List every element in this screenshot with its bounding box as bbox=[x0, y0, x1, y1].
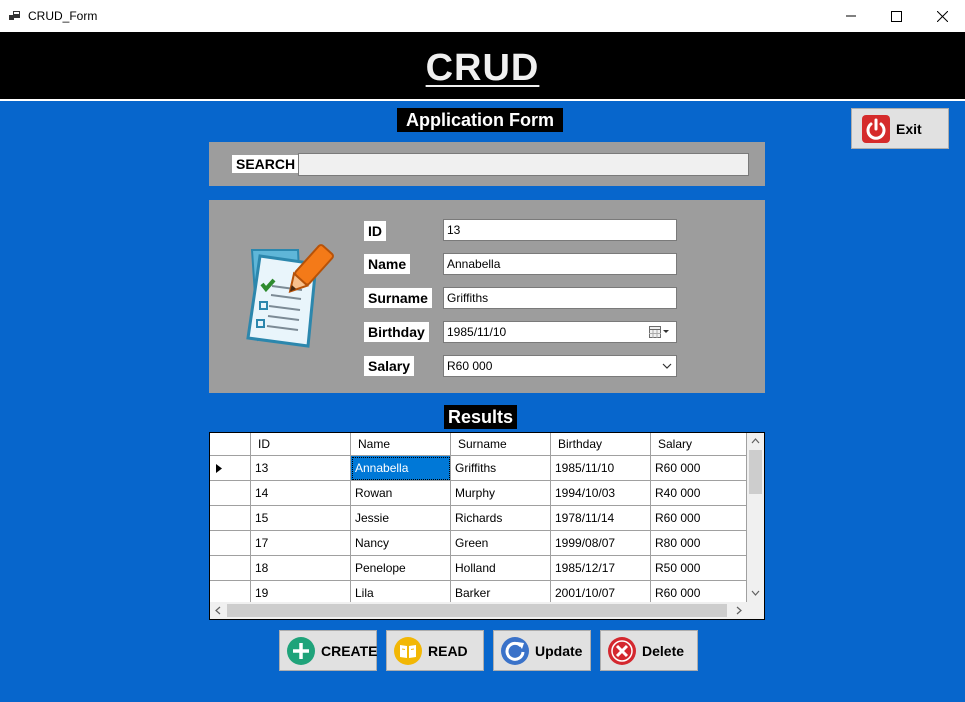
salary-select[interactable]: R60 000 bbox=[443, 355, 677, 377]
table-cell[interactable]: 13 bbox=[251, 456, 351, 481]
row-header[interactable] bbox=[210, 481, 251, 506]
column-header[interactable]: ID bbox=[251, 433, 351, 456]
table-cell[interactable]: R40 000 bbox=[651, 481, 747, 506]
exit-button[interactable]: Exit bbox=[851, 108, 949, 149]
table-cell[interactable]: 1985/11/10 bbox=[551, 456, 651, 481]
power-icon bbox=[862, 115, 890, 143]
row-header[interactable] bbox=[210, 456, 251, 481]
row-header-corner bbox=[210, 433, 251, 456]
birthday-datepicker[interactable]: 1985/11/10 bbox=[443, 321, 677, 343]
scroll-left-icon[interactable] bbox=[215, 606, 221, 615]
update-button[interactable]: Update bbox=[493, 630, 591, 671]
salary-field: R60 000 bbox=[443, 355, 677, 377]
row-header[interactable] bbox=[210, 556, 251, 581]
maximize-icon bbox=[890, 10, 902, 22]
vertical-scroll-thumb[interactable] bbox=[749, 450, 762, 494]
horizontal-scrollbar[interactable] bbox=[210, 602, 747, 619]
page-title: CRUD bbox=[425, 47, 540, 89]
table-cell[interactable]: Griffiths bbox=[451, 456, 551, 481]
id-field[interactable]: 13 bbox=[443, 219, 677, 241]
app-icon bbox=[9, 11, 20, 20]
x-circle-icon bbox=[608, 637, 636, 665]
table-cell-selected[interactable]: Annabella bbox=[351, 456, 451, 481]
scroll-up-icon[interactable] bbox=[751, 438, 760, 444]
table-row[interactable]: 18 Penelope Holland 1985/12/17 R50 000 bbox=[210, 556, 747, 581]
search-label: SEARCH bbox=[232, 155, 300, 173]
column-header[interactable]: Surname bbox=[451, 433, 551, 456]
table-cell[interactable]: R80 000 bbox=[651, 531, 747, 556]
table-cell[interactable]: Rowan bbox=[351, 481, 451, 506]
book-icon bbox=[394, 637, 422, 665]
clipboard-pencil-icon bbox=[246, 244, 334, 348]
title-bar: CRUD_Form bbox=[0, 0, 965, 32]
table-cell[interactable]: Penelope bbox=[351, 556, 451, 581]
current-row-icon bbox=[216, 464, 222, 473]
name-label: Name bbox=[364, 254, 411, 274]
column-header[interactable]: Name bbox=[351, 433, 451, 456]
table-cell[interactable]: Green bbox=[451, 531, 551, 556]
table-cell[interactable]: R60 000 bbox=[651, 506, 747, 531]
id-label: ID bbox=[364, 221, 386, 241]
delete-label: Delete bbox=[642, 643, 685, 659]
table-row[interactable]: 13 Annabella Griffiths 1985/11/10 R60 00… bbox=[210, 456, 747, 481]
create-button[interactable]: CREATE bbox=[279, 630, 378, 671]
table-cell[interactable]: 17 bbox=[251, 531, 351, 556]
plus-icon bbox=[287, 637, 315, 665]
exit-label: Exit bbox=[896, 121, 922, 137]
surname-field[interactable]: Griffiths bbox=[443, 287, 677, 309]
results-table[interactable]: ID Name Surname Birthday Salary 13 Annab… bbox=[209, 432, 765, 620]
scroll-down-icon[interactable] bbox=[751, 590, 760, 596]
table-cell[interactable]: Nancy bbox=[351, 531, 451, 556]
chevron-down-icon bbox=[662, 363, 672, 369]
table-row[interactable]: 14 Rowan Murphy 1994/10/03 R40 000 bbox=[210, 481, 747, 506]
table-row[interactable]: 17 Nancy Green 1999/08/07 R80 000 bbox=[210, 531, 747, 556]
create-label: CREATE bbox=[321, 643, 378, 659]
table-cell[interactable]: 1999/08/07 bbox=[551, 531, 651, 556]
results-title: Results bbox=[444, 405, 517, 429]
row-header[interactable] bbox=[210, 506, 251, 531]
column-header[interactable]: Salary bbox=[651, 433, 747, 456]
window-title: CRUD_Form bbox=[28, 9, 98, 23]
delete-button[interactable]: Delete bbox=[600, 630, 698, 671]
table-cell[interactable]: Murphy bbox=[451, 481, 551, 506]
read-label: READ bbox=[428, 643, 468, 659]
table-cell[interactable]: 14 bbox=[251, 481, 351, 506]
surname-label: Surname bbox=[364, 288, 432, 308]
table-cell[interactable]: 18 bbox=[251, 556, 351, 581]
search-input[interactable] bbox=[298, 153, 749, 176]
table-cell[interactable]: Holland bbox=[451, 556, 551, 581]
header-divider bbox=[0, 99, 965, 101]
table-cell[interactable]: R60 000 bbox=[651, 456, 747, 481]
table-cell[interactable]: 1985/12/17 bbox=[551, 556, 651, 581]
close-window-button[interactable] bbox=[919, 0, 965, 32]
table-cell[interactable]: Richards bbox=[451, 506, 551, 531]
minimize-button[interactable] bbox=[828, 0, 874, 32]
scrollbar-corner bbox=[747, 602, 764, 619]
refresh-icon bbox=[501, 637, 529, 665]
read-button[interactable]: READ bbox=[386, 630, 484, 671]
salary-label: Salary bbox=[364, 356, 415, 376]
table-cell[interactable]: 15 bbox=[251, 506, 351, 531]
column-header[interactable]: Birthday bbox=[551, 433, 651, 456]
table-cell[interactable]: 1978/11/14 bbox=[551, 506, 651, 531]
calendar-dropdown-icon bbox=[649, 326, 669, 338]
table-row[interactable]: 15 Jessie Richards 1978/11/14 R60 000 bbox=[210, 506, 747, 531]
name-field[interactable]: Annabella bbox=[443, 253, 677, 275]
row-header[interactable] bbox=[210, 531, 251, 556]
vertical-scrollbar[interactable] bbox=[747, 433, 764, 602]
close-icon bbox=[936, 10, 948, 22]
birthday-field: 1985/11/10 bbox=[443, 321, 677, 343]
table-cell[interactable]: Jessie bbox=[351, 506, 451, 531]
horizontal-scroll-thumb[interactable] bbox=[227, 604, 727, 617]
minimize-icon bbox=[846, 15, 856, 17]
update-label: Update bbox=[535, 643, 583, 659]
maximize-button[interactable] bbox=[873, 0, 919, 32]
birthday-label: Birthday bbox=[364, 322, 429, 342]
form-title: Application Form bbox=[397, 108, 563, 132]
scroll-right-icon[interactable] bbox=[736, 606, 742, 615]
table-cell[interactable]: 1994/10/03 bbox=[551, 481, 651, 506]
table-cell[interactable]: R50 000 bbox=[651, 556, 747, 581]
